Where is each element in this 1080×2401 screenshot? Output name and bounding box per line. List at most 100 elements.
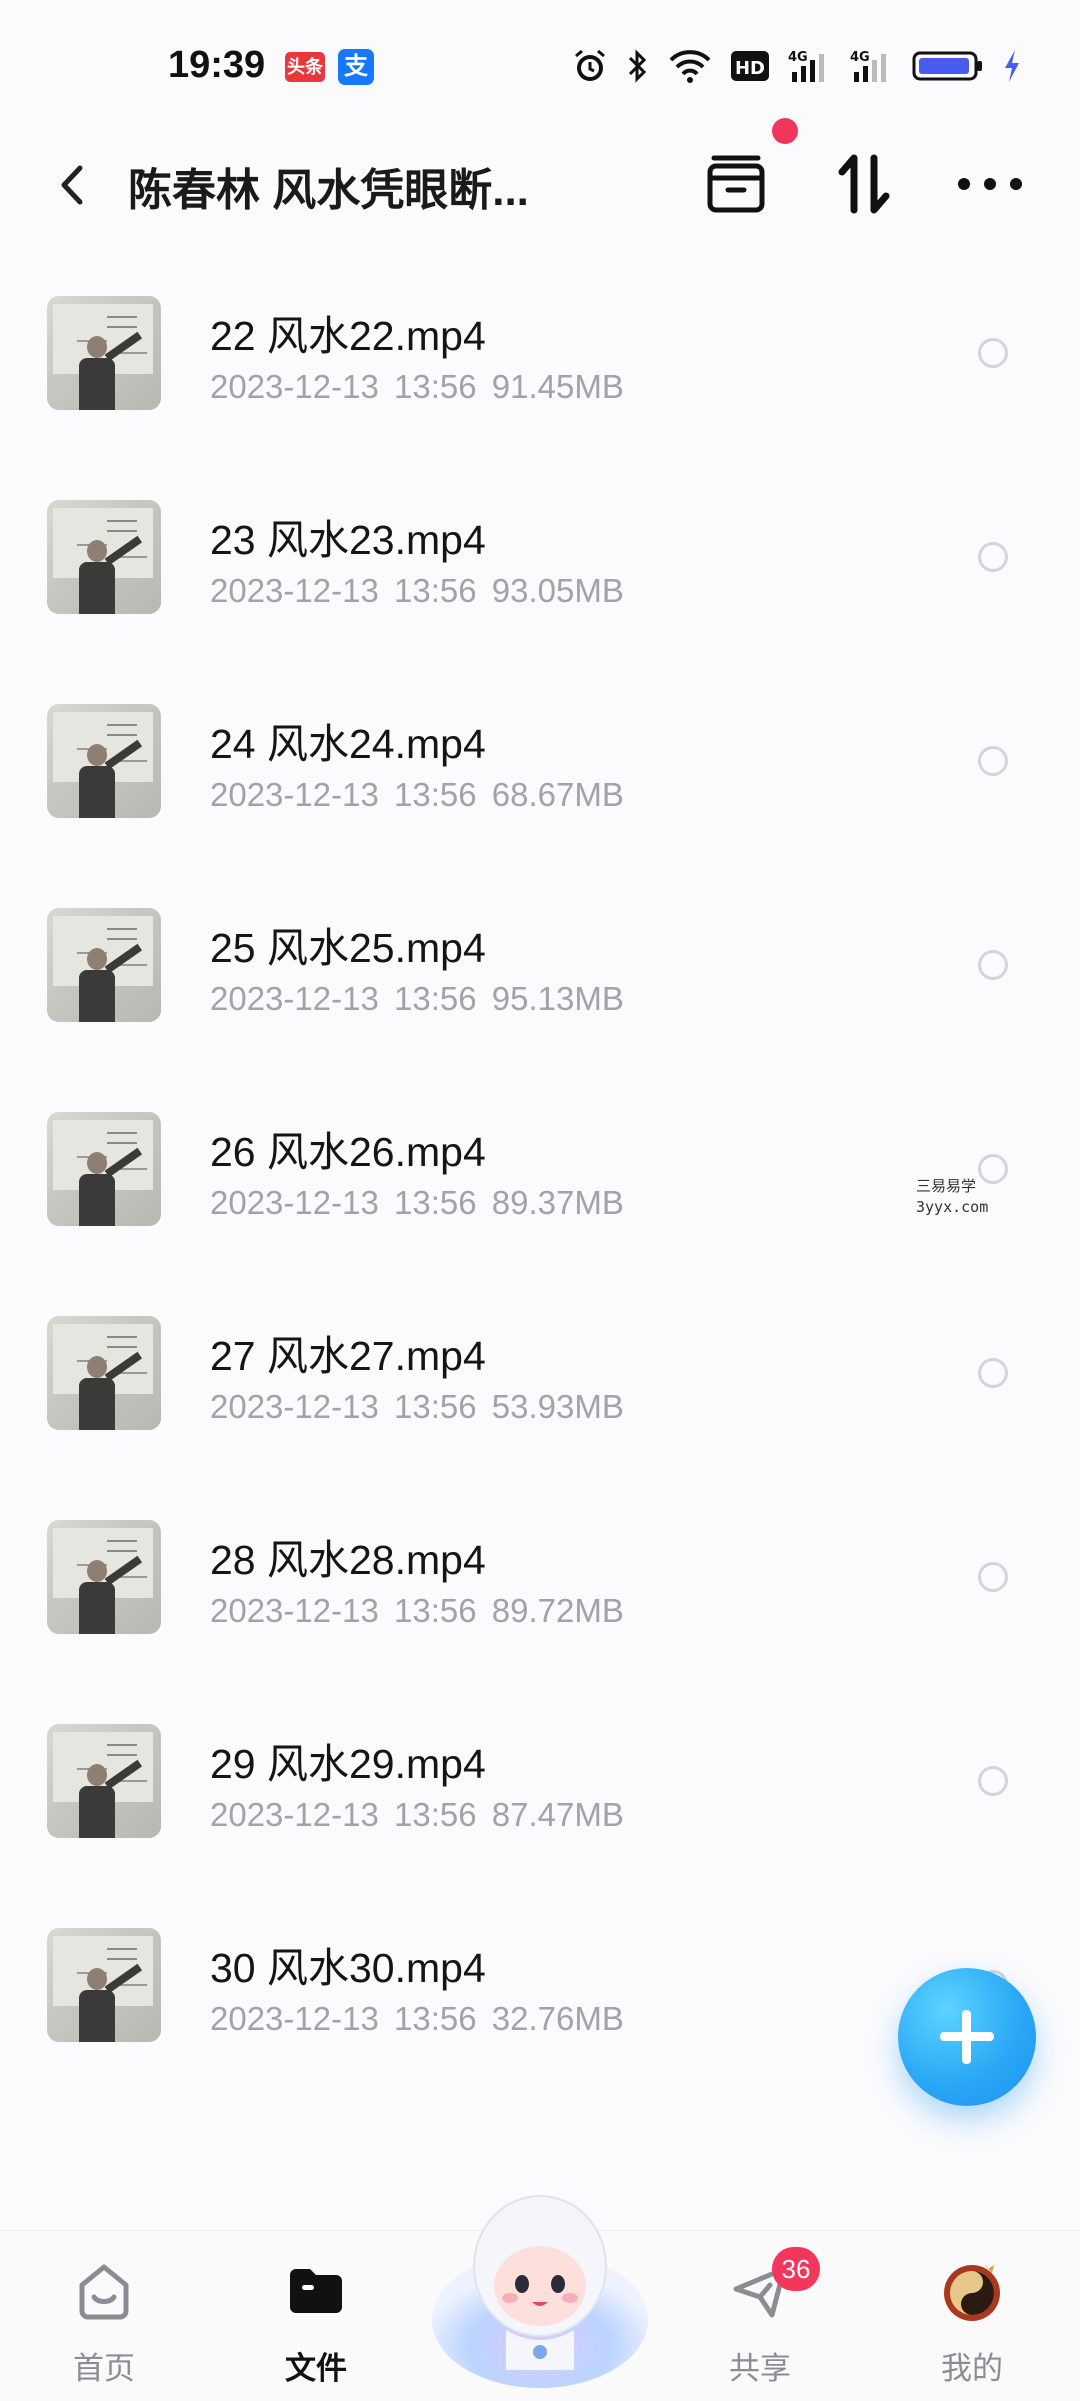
alarm-icon xyxy=(575,49,605,81)
page-title: 陈春林 风水凭眼断... xyxy=(128,166,529,215)
select-checkbox[interactable] xyxy=(978,542,1008,572)
select-checkbox[interactable] xyxy=(978,1358,1008,1388)
file-time: 13:56 xyxy=(393,572,477,609)
watermark: 三易易学 3yyx.com xyxy=(916,1176,988,1218)
watermark-title: 三易易学 xyxy=(916,1177,977,1195)
file-row[interactable]: 28 风水28.mp4 2023-12-13 13:56 89.72MB xyxy=(0,1464,1080,1668)
file-size: 32.76MB xyxy=(491,2000,624,2037)
file-date: 2023-12-13 xyxy=(210,776,379,813)
file-time: 13:56 xyxy=(393,1388,477,1425)
more-icon xyxy=(958,178,1022,190)
file-name: 22 风水22.mp4 xyxy=(210,313,486,359)
file-date: 2023-12-13 xyxy=(210,1184,379,1221)
file-row[interactable]: 24 风水24.mp4 2023-12-13 13:56 68.67MB xyxy=(0,648,1080,852)
nav-me[interactable]: 我的 xyxy=(902,2251,1042,2391)
video-thumbnail[interactable] xyxy=(47,1112,161,1226)
video-thumbnail[interactable] xyxy=(47,296,161,410)
video-thumbnail[interactable] xyxy=(47,1928,161,2042)
wifi-icon xyxy=(669,50,711,83)
avatar-icon xyxy=(944,2263,1000,2321)
file-meta: 2023-12-13 13:56 93.05MB xyxy=(210,572,624,610)
file-meta: 2023-12-13 13:56 89.37MB xyxy=(210,1184,624,1222)
file-time: 13:56 xyxy=(393,368,477,405)
video-thumbnail[interactable] xyxy=(47,500,161,614)
file-name: 24 风水24.mp4 xyxy=(210,721,486,767)
file-date: 2023-12-13 xyxy=(210,1388,379,1425)
file-row[interactable]: 27 风水27.mp4 2023-12-13 13:56 53.93MB xyxy=(0,1260,1080,1464)
alipay-app-icon: 支 xyxy=(338,49,374,85)
video-thumbnail[interactable] xyxy=(47,1316,161,1430)
signal-4g-icon: 4G xyxy=(850,50,886,82)
mascot-ai-button[interactable] xyxy=(426,2170,654,2392)
select-checkbox[interactable] xyxy=(978,1766,1008,1796)
file-name: 27 风水27.mp4 xyxy=(210,1333,486,1379)
add-button[interactable] xyxy=(898,1968,1036,2106)
video-thumbnail[interactable] xyxy=(47,1724,161,1838)
select-checkbox[interactable] xyxy=(978,950,1008,980)
share-badge: 36 xyxy=(772,2247,820,2291)
back-icon xyxy=(61,165,83,205)
back-button[interactable] xyxy=(44,152,100,218)
video-thumbnail[interactable] xyxy=(47,704,161,818)
file-date: 2023-12-13 xyxy=(210,1592,379,1629)
file-size: 53.93MB xyxy=(491,1388,624,1425)
file-list[interactable]: 21 风水21.mp4 2023-12-13 13:56 83.32MB 22 … xyxy=(0,240,1080,2230)
status-time: 19:39 xyxy=(168,44,266,86)
file-time: 13:56 xyxy=(393,2000,477,2037)
system-icons: HD 4G 4G xyxy=(572,44,1022,88)
file-date: 2023-12-13 xyxy=(210,572,379,609)
hd-icon: HD xyxy=(731,51,769,81)
nav-files-label: 文件 xyxy=(285,2351,347,2386)
file-size: 91.45MB xyxy=(491,368,624,405)
app-header: 陈春林 风水凭眼断... xyxy=(0,130,1080,240)
file-size: 87.47MB xyxy=(491,1796,624,1833)
nav-files[interactable]: 文件 xyxy=(246,2251,386,2391)
file-meta: 2023-12-13 13:56 95.13MB xyxy=(210,980,624,1018)
file-size: 93.05MB xyxy=(491,572,624,609)
file-row[interactable]: 22 风水22.mp4 2023-12-13 13:56 91.45MB xyxy=(0,240,1080,444)
nav-home[interactable]: 首页 xyxy=(34,2251,174,2391)
toutiao-app-icon: 头条 xyxy=(285,52,325,82)
file-meta: 2023-12-13 13:56 91.45MB xyxy=(210,368,624,406)
file-name: 28 风水28.mp4 xyxy=(210,1537,486,1583)
file-meta: 2023-12-13 13:56 32.76MB xyxy=(210,2000,624,2038)
file-time: 13:56 xyxy=(393,1796,477,1833)
file-size: 89.72MB xyxy=(491,1592,624,1629)
select-checkbox[interactable] xyxy=(978,1562,1008,1592)
svg-text:4G: 4G xyxy=(788,50,808,65)
select-checkbox[interactable] xyxy=(978,746,1008,776)
file-size: 89.37MB xyxy=(491,1184,624,1221)
nav-me-label: 我的 xyxy=(941,2351,1003,2386)
file-size: 95.13MB xyxy=(491,980,624,1017)
file-date: 2023-12-13 xyxy=(210,368,379,405)
nav-share[interactable]: 36 共享 xyxy=(690,2247,830,2391)
file-size: 68.67MB xyxy=(491,776,624,813)
file-name: 26 风水26.mp4 xyxy=(210,1129,486,1175)
file-row[interactable]: 25 风水25.mp4 2023-12-13 13:56 95.13MB xyxy=(0,852,1080,1056)
file-meta: 2023-12-13 13:56 87.47MB xyxy=(210,1796,624,1834)
nav-share-label: 共享 xyxy=(729,2351,791,2386)
sort-icon xyxy=(838,154,890,214)
nav-home-label: 首页 xyxy=(73,2351,135,2386)
select-checkbox[interactable] xyxy=(978,338,1008,368)
video-thumbnail[interactable] xyxy=(47,908,161,1022)
charging-icon xyxy=(1005,50,1019,82)
home-icon xyxy=(79,2264,129,2320)
file-meta: 2023-12-13 13:56 53.93MB xyxy=(210,1388,624,1426)
more-button[interactable] xyxy=(950,144,1030,224)
archive-button[interactable] xyxy=(696,144,776,224)
file-row[interactable]: 23 风水23.mp4 2023-12-13 13:56 93.05MB xyxy=(0,444,1080,648)
sort-button[interactable] xyxy=(824,144,904,224)
status-bar: 19:39 头条 支 HD 4G 4G xyxy=(0,0,1080,130)
archive-icon xyxy=(707,155,765,213)
file-time: 13:56 xyxy=(393,1592,477,1629)
video-thumbnail[interactable] xyxy=(47,1520,161,1634)
file-row[interactable]: 26 风水26.mp4 2023-12-13 13:56 89.37MB xyxy=(0,1056,1080,1260)
file-meta: 2023-12-13 13:56 89.72MB xyxy=(210,1592,624,1630)
file-date: 2023-12-13 xyxy=(210,2000,379,2037)
folder-icon xyxy=(290,2269,342,2313)
file-date: 2023-12-13 xyxy=(210,980,379,1017)
file-name: 29 风水29.mp4 xyxy=(210,1741,486,1787)
watermark-url: 3yyx.com xyxy=(916,1198,989,1216)
file-row[interactable]: 29 风水29.mp4 2023-12-13 13:56 87.47MB xyxy=(0,1668,1080,1872)
